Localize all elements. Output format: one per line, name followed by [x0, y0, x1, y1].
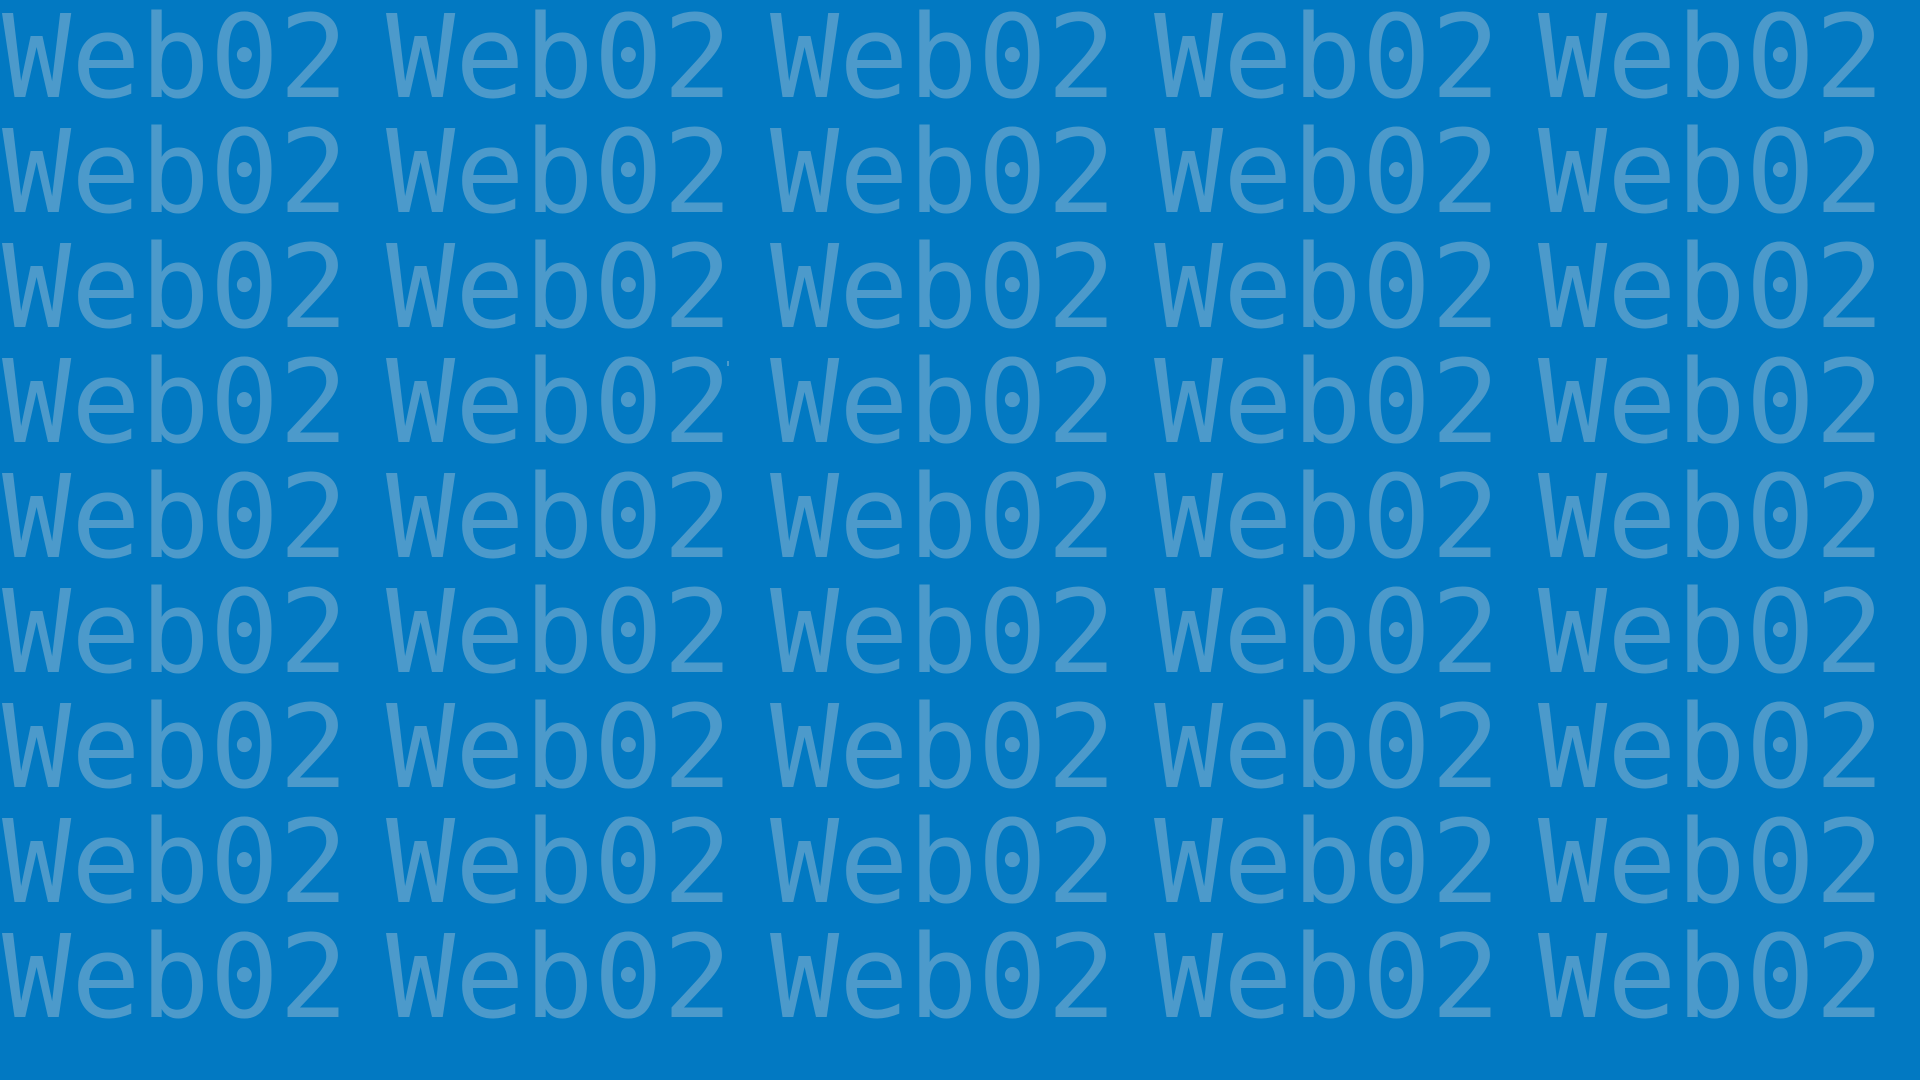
hostname-watermark-text: Web02: [770, 566, 1117, 700]
hostname-watermark-text: Web02: [1538, 796, 1885, 930]
hostname-watermark-text: Web02: [1538, 0, 1885, 125]
hostname-watermark-text: Web02: [770, 681, 1117, 815]
hostname-watermark-text: Web02: [1538, 911, 1885, 1045]
hostname-watermark-text: Web02: [770, 0, 1117, 125]
hostname-watermark-text: Web02: [1538, 106, 1885, 240]
hostname-watermark-text: Web02: [386, 0, 733, 125]
hostname-watermark-text: Web02: [770, 451, 1117, 585]
hostname-watermark-text: Web02: [1154, 0, 1501, 125]
hostname-watermark-text: Web02: [770, 221, 1117, 355]
hostname-watermark-text: Web02: [1154, 796, 1501, 930]
hostname-watermark-text: Web02: [2, 681, 349, 815]
hostname-watermark-text: Web02: [1154, 911, 1501, 1045]
hostname-watermark-text: Web02: [386, 106, 733, 240]
hostname-watermark-text: Web02: [1154, 566, 1501, 700]
wallpaper-row: Web02 Web02 Web02 Web02 Web02: [2, 339, 1920, 468]
wallpaper-row: Web02 Web02 Web02 Web02 Web02: [2, 109, 1920, 238]
hostname-wallpaper: Web02 Web02 Web02 Web02 Web02 Web02 Web02 Web02…: [0, 0, 1920, 1080]
hostname-watermark-text: Web02: [386, 566, 733, 700]
wallpaper-row: Web02 Web02 Web02 Web02 Web02: [2, 569, 1920, 698]
hostname-watermark-text: Web02: [1538, 221, 1885, 355]
wallpaper-row: Web02 Web02 Web02 Web02 Web02: [2, 914, 1920, 1043]
hostname-watermark-text: Web02: [2, 336, 349, 470]
hostname-watermark-text: Web02: [2, 221, 349, 355]
hostname-watermark-text: Web02: [2, 0, 349, 125]
hostname-watermark-text: Web02: [770, 106, 1117, 240]
hostname-watermark-text: Web02: [1538, 336, 1885, 470]
hostname-watermark-text: Web02: [1154, 106, 1501, 240]
hostname-watermark-text: Web02: [1538, 566, 1885, 700]
mouse-cursor: [727, 361, 729, 366]
hostname-watermark-text: Web02: [1538, 451, 1885, 585]
wallpaper-row: Web02 Web02 Web02 Web02 Web02: [2, 224, 1920, 353]
hostname-watermark-text: Web02: [2, 451, 349, 585]
hostname-watermark-text: Web02: [2, 911, 349, 1045]
wallpaper-row: Web02 Web02 Web02 Web02 Web02: [2, 799, 1920, 928]
hostname-watermark-text: Web02: [1154, 336, 1501, 470]
hostname-watermark-text: Web02: [386, 336, 733, 470]
hostname-watermark-text: Web02: [1154, 221, 1501, 355]
hostname-watermark-text: Web02: [2, 796, 349, 930]
hostname-watermark-text: Web02: [2, 566, 349, 700]
desktop-background[interactable]: Web02 Web02 Web02 Web02 Web02 Web02 Web02 Web02…: [0, 0, 1920, 1080]
hostname-watermark-text: Web02: [1154, 681, 1501, 815]
hostname-watermark-text: Web02: [770, 796, 1117, 930]
hostname-watermark-text: Web02: [1538, 681, 1885, 815]
hostname-watermark-text: Web02: [770, 336, 1117, 470]
hostname-watermark-text: Web02: [386, 451, 733, 585]
wallpaper-row: Web02 Web02 Web02 Web02 Web02: [2, 0, 1920, 123]
hostname-watermark-text: Web02: [386, 221, 733, 355]
hostname-watermark-text: Web02: [386, 796, 733, 930]
hostname-watermark-text: Web02: [386, 911, 733, 1045]
hostname-watermark-text: Web02: [1154, 451, 1501, 585]
hostname-watermark-text: Web02: [770, 911, 1117, 1045]
wallpaper-row: Web02 Web02 Web02 Web02 Web02: [2, 684, 1920, 813]
wallpaper-row: Web02 Web02 Web02 Web02 Web02: [2, 454, 1920, 583]
hostname-watermark-text: Web02: [386, 681, 733, 815]
hostname-watermark-text: Web02: [2, 106, 349, 240]
